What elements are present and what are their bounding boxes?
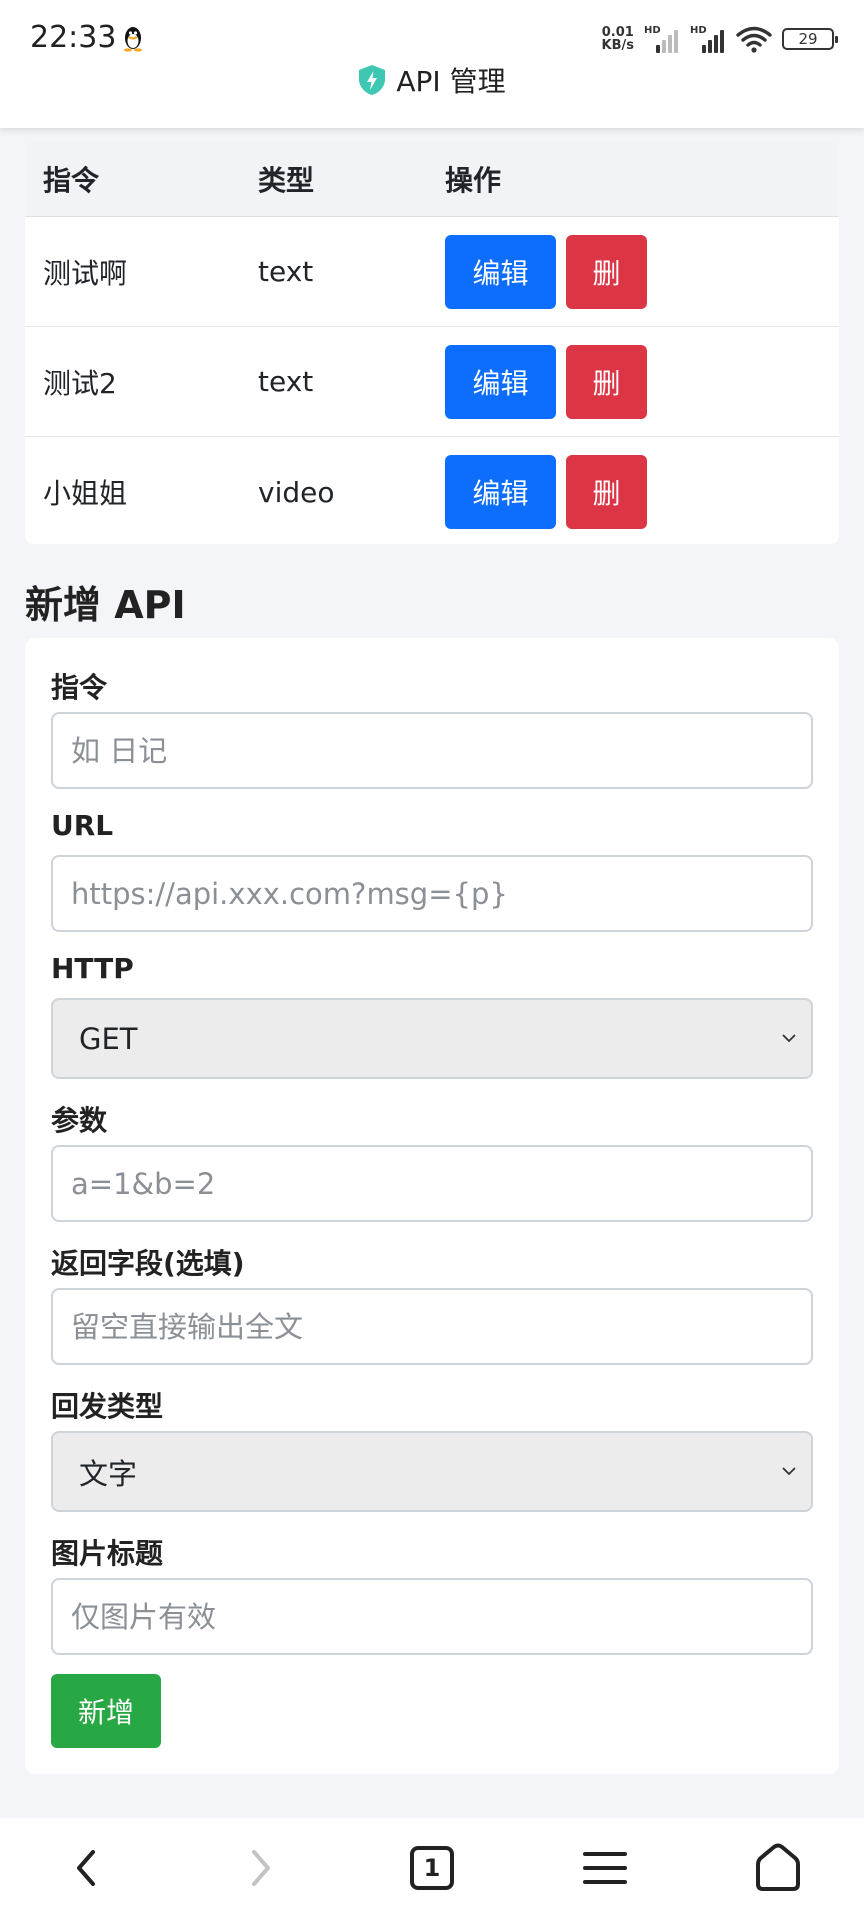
signal-sim2-icon: HD bbox=[690, 25, 726, 53]
command-label: 指令 bbox=[51, 671, 108, 704]
return-field-label: 返回字段(选填) bbox=[51, 1247, 245, 1280]
add-api-form: 指令 URL HTTP GET 参数 返回字段(选填) 回发类型 文字 图片标题… bbox=[25, 638, 839, 1774]
params-input[interactable] bbox=[51, 1145, 813, 1222]
network-speed: 0.01 KB/s bbox=[601, 25, 634, 53]
home-button[interactable] bbox=[746, 1836, 810, 1900]
browser-bottom-nav: 1 bbox=[0, 1818, 864, 1920]
status-time: 22:33 bbox=[30, 20, 117, 55]
row-actions: 编辑 删 bbox=[445, 344, 647, 419]
url-input[interactable] bbox=[51, 855, 813, 932]
image-title-label: 图片标题 bbox=[51, 1537, 164, 1570]
cell-command: 小姐姐 bbox=[43, 477, 128, 510]
status-icons: 0.01 KB/s HD HD 29 bbox=[601, 22, 838, 56]
cell-type: text bbox=[258, 365, 314, 398]
row-actions: 编辑 删 bbox=[445, 455, 647, 529]
tabs-icon: 1 bbox=[410, 1846, 454, 1890]
table-row: 测试2 text 编辑 删 bbox=[25, 327, 839, 437]
add-api-heading: 新增 API bbox=[25, 583, 186, 627]
delete-button[interactable]: 删 bbox=[566, 455, 647, 529]
battery-icon: 29 bbox=[782, 28, 838, 50]
edit-button[interactable]: 编辑 bbox=[445, 344, 556, 419]
chevron-left-icon bbox=[77, 1850, 95, 1886]
qq-penguin-icon bbox=[124, 27, 142, 52]
cell-type: text bbox=[258, 255, 314, 288]
header-type: 类型 bbox=[258, 164, 315, 197]
back-button[interactable] bbox=[55, 1836, 119, 1900]
cell-command: 测试啊 bbox=[43, 256, 128, 290]
chevron-down-icon bbox=[782, 1467, 796, 1476]
home-icon bbox=[756, 1843, 800, 1891]
table-row: 小姐姐 video 编辑 删 bbox=[25, 437, 839, 544]
params-label: 参数 bbox=[51, 1104, 108, 1137]
reply-type-label: 回发类型 bbox=[51, 1390, 164, 1423]
top-bar: 22:33 0.01 KB/s HD HD 29 API 管理 bbox=[0, 0, 864, 128]
command-input[interactable] bbox=[51, 712, 813, 789]
wifi-icon bbox=[736, 26, 772, 53]
reply-type-select[interactable]: 文字 bbox=[51, 1431, 813, 1512]
table-row: 测试啊 text 编辑 删 bbox=[25, 217, 839, 327]
page-title-text: API 管理 bbox=[396, 65, 506, 98]
hamburger-menu-icon bbox=[583, 1852, 627, 1884]
header-command: 指令 bbox=[43, 164, 100, 197]
image-title-input[interactable] bbox=[51, 1578, 813, 1655]
shield-icon bbox=[359, 65, 386, 95]
signal-sim1-icon: HD bbox=[644, 25, 680, 53]
row-actions: 编辑 删 bbox=[445, 234, 647, 309]
http-method-select[interactable]: GET bbox=[51, 998, 813, 1079]
header-actions: 操作 bbox=[445, 164, 502, 197]
menu-button[interactable] bbox=[573, 1836, 637, 1900]
page-title: API 管理 bbox=[0, 60, 864, 100]
api-table: 指令 类型 操作 测试啊 text 编辑 删 测试2 text 编辑 删 小姐姐 bbox=[25, 142, 839, 544]
forward-button[interactable] bbox=[228, 1836, 292, 1900]
reply-type-value: 文字 bbox=[79, 1456, 138, 1491]
http-label: HTTP bbox=[51, 952, 134, 985]
url-label: URL bbox=[51, 809, 114, 842]
edit-button[interactable]: 编辑 bbox=[445, 234, 556, 309]
chevron-down-icon bbox=[782, 1034, 796, 1043]
delete-button[interactable]: 删 bbox=[566, 234, 647, 309]
tabs-button[interactable]: 1 bbox=[400, 1836, 464, 1900]
return-field-input[interactable] bbox=[51, 1288, 813, 1365]
add-button[interactable]: 新增 bbox=[51, 1674, 161, 1748]
cell-command: 测试2 bbox=[43, 366, 117, 400]
table-header: 指令 类型 操作 bbox=[25, 142, 839, 217]
edit-button[interactable]: 编辑 bbox=[445, 455, 556, 529]
http-method-value: GET bbox=[79, 1021, 138, 1056]
chevron-right-icon bbox=[252, 1850, 270, 1886]
cell-type: video bbox=[258, 475, 335, 509]
delete-button[interactable]: 删 bbox=[566, 344, 647, 419]
